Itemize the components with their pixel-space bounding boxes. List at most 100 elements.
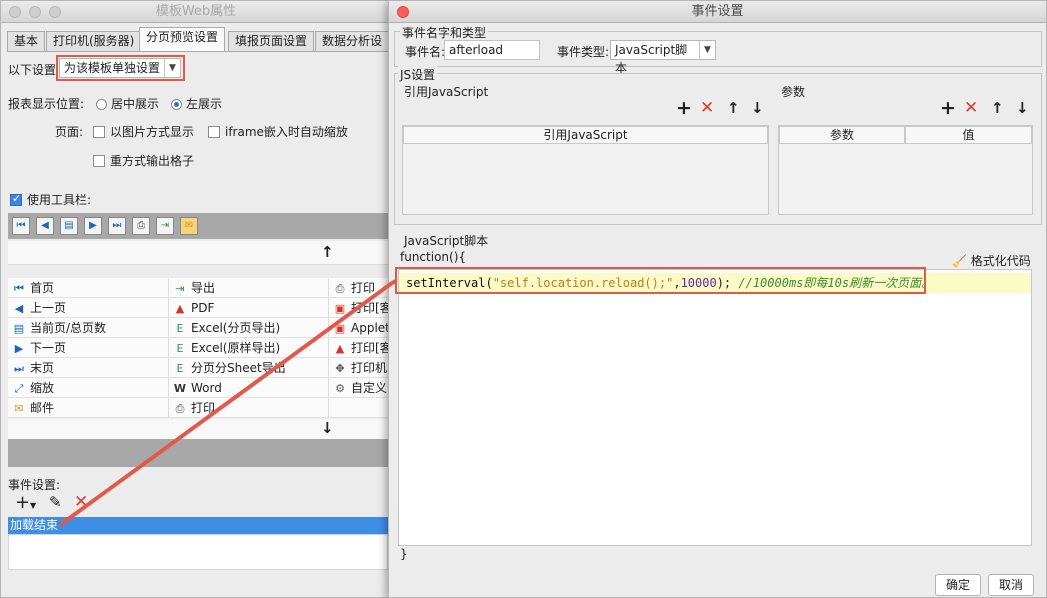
grid-item-applet[interactable]: ▣ Applet	[328, 318, 388, 338]
table-row: ⏮ 首页 ⇥ 导出 ⎙ 打印	[8, 278, 388, 298]
grid-item-print-2[interactable]: ⎙ 打印	[168, 398, 326, 418]
template-web-properties-window: 模板Web属性 基本 打印机(服务器) 分页预览设置 填报页面设置 数据分析设置…	[0, 0, 393, 598]
tab-data-analysis[interactable]: 数据分析设置	[315, 31, 393, 51]
tab-printer-server[interactable]: 打印机(服务器)	[46, 31, 142, 51]
ref-js-label: 引用JavaScript	[404, 85, 489, 99]
first-page-icon[interactable]: ⏮	[12, 217, 30, 235]
grid-item-print[interactable]: ⎙ 打印	[328, 278, 388, 298]
chevron-down-icon[interactable]: ▼	[30, 498, 36, 513]
minimize-light-icon[interactable]	[29, 6, 41, 18]
grid-item-print-client[interactable]: ▣ 打印[客	[328, 298, 388, 318]
checkbox-image-mode[interactable]: 以图片方式显示	[93, 123, 194, 140]
tab-fill-page[interactable]: 填报页面设置	[228, 31, 315, 51]
grid-item-sheet-export[interactable]: E 分页分Sheet导出	[168, 358, 326, 378]
arrow-down-icon[interactable]: ↓	[751, 101, 764, 116]
add-icon[interactable]: +	[15, 494, 30, 512]
pdf-icon: ▲	[175, 302, 185, 315]
zoom-icon: ⤢	[14, 382, 24, 395]
prev-page-icon[interactable]: ◀	[36, 217, 54, 235]
event-name-input[interactable]: afterload	[444, 40, 540, 60]
grid-item-export[interactable]: ⇥ 导出	[168, 278, 326, 298]
next-page-icon[interactable]: ▶	[84, 217, 102, 235]
excel-icon: E	[176, 342, 184, 355]
js-section-label: JS设置	[398, 66, 438, 83]
grid-label: PDF	[191, 301, 215, 315]
toolbar-bottom-strip	[8, 439, 388, 467]
arrow-up-icon[interactable]: ↑	[321, 243, 334, 261]
value-column-header: 值	[905, 126, 1032, 144]
grid-item-mail[interactable]: ✉ 邮件	[8, 398, 166, 418]
arrow-up-icon[interactable]: ↑	[991, 101, 1004, 116]
prev-page-icon: ◀	[14, 302, 24, 315]
edit-pencil-icon[interactable]: ✎	[49, 495, 62, 510]
tab-page-preview[interactable]: 分页预览设置	[139, 27, 226, 52]
grid-label: Applet	[351, 321, 388, 335]
grid-item-word[interactable]: W Word	[168, 378, 326, 398]
checkbox-icon	[93, 126, 105, 138]
grid-item-custom[interactable]: ⚙ 自定义‍	[328, 378, 388, 398]
close-light-icon[interactable]	[397, 6, 409, 18]
close-light-icon[interactable]	[9, 6, 21, 18]
delete-icon[interactable]: ✕	[74, 494, 88, 511]
ok-button[interactable]: 确定	[935, 574, 981, 596]
export-icon[interactable]: ⇥	[156, 217, 174, 235]
format-code-button[interactable]: 🧹 格式化代码	[952, 252, 1031, 269]
use-toolbar-label: 使用工具栏:	[27, 193, 92, 207]
delete-icon[interactable]: ✕	[964, 100, 978, 117]
checkbox-redo-label: 重方式输出格子	[110, 154, 195, 168]
grid-item-pdf[interactable]: ▲ PDF	[168, 298, 326, 318]
code-editor[interactable]: setInterval("self.location.reload();",10…	[398, 269, 1032, 546]
grid-label: 首页	[30, 281, 55, 295]
gear-icon: ⚙	[335, 382, 345, 395]
first-page-icon: ⏮	[14, 282, 24, 295]
export-icon: ⇥	[175, 282, 185, 295]
mail-icon[interactable]: ✉	[180, 217, 198, 235]
delete-icon[interactable]: ✕	[700, 100, 714, 117]
page-count-icon: ▤	[13, 322, 25, 335]
checkbox-redo-cells[interactable]: 重方式输出格子	[93, 152, 194, 169]
checkbox-use-toolbar[interactable]: 使用工具栏:	[10, 191, 91, 208]
grid-label: 导出	[191, 281, 216, 295]
table-row: ⏭ 末页 E 分页分Sheet导出 ✥ 打印机(	[8, 358, 388, 378]
grid-item-page-count[interactable]: ▤ 当前页/总页数	[8, 318, 166, 338]
grid-label: 末页	[30, 361, 55, 375]
radio-selected-icon	[171, 99, 182, 110]
zoom-light-icon[interactable]	[49, 6, 61, 18]
position-label: 报表显示位置:	[8, 97, 85, 111]
grid-item-prev-page[interactable]: ◀ 上一页	[8, 298, 166, 318]
radio-left[interactable]: 左展示	[171, 95, 222, 112]
arrow-down-icon[interactable]: ↓	[321, 419, 334, 437]
event-type-label: 事件类型:	[557, 45, 610, 59]
event-item-afterload[interactable]: 加载结束	[8, 517, 388, 534]
print-icon[interactable]: ⎙	[132, 217, 150, 235]
grid-label: 下一页	[30, 341, 67, 355]
last-page-icon[interactable]: ⏭	[108, 217, 126, 235]
grid-label: 当前页/总页数	[30, 321, 107, 335]
radio-icon	[96, 99, 107, 110]
add-icon[interactable]: +	[676, 99, 692, 118]
checkbox-iframe-scale[interactable]: iframe嵌入时自动缩放	[208, 123, 348, 140]
grid-item-print-client-2[interactable]: ▲ 打印[客	[328, 338, 388, 358]
cancel-button[interactable]: 取消	[988, 574, 1034, 596]
grid-label: Excel(分页导出)	[191, 321, 281, 335]
grid-item-last-page[interactable]: ⏭ 末页	[8, 358, 166, 378]
page-label: 页面:	[55, 125, 84, 139]
ref-js-table: 引用JavaScript	[402, 125, 769, 215]
add-icon[interactable]: +	[940, 99, 956, 118]
tab-basic[interactable]: 基本	[7, 31, 46, 51]
next-page-icon: ▶	[14, 342, 24, 355]
grid-item-zoom[interactable]: ⤢ 缩放	[8, 378, 166, 398]
radio-center[interactable]: 居中展示	[96, 95, 159, 112]
checkbox-image-label: 以图片方式显示	[110, 125, 195, 139]
grid-item-next-page[interactable]: ▶ 下一页	[8, 338, 166, 358]
page-count-icon[interactable]: ▤	[60, 217, 78, 235]
arrow-down-icon[interactable]: ↓	[1016, 101, 1029, 116]
grid-item-excel-page[interactable]: E Excel(分页导出)	[168, 318, 326, 338]
event-type-select[interactable]: JavaScript脚本 ▼	[610, 40, 716, 75]
grid-item-excel-original[interactable]: E Excel(原样导出)	[168, 338, 326, 358]
arrow-up-icon[interactable]: ↑	[727, 101, 740, 116]
grid-item-first-page[interactable]: ⏮ 首页	[8, 278, 166, 298]
grid-item-printer[interactable]: ✥ 打印机(	[328, 358, 388, 378]
print-icon: ⎙	[175, 402, 185, 415]
checkbox-checked-icon	[10, 192, 22, 206]
